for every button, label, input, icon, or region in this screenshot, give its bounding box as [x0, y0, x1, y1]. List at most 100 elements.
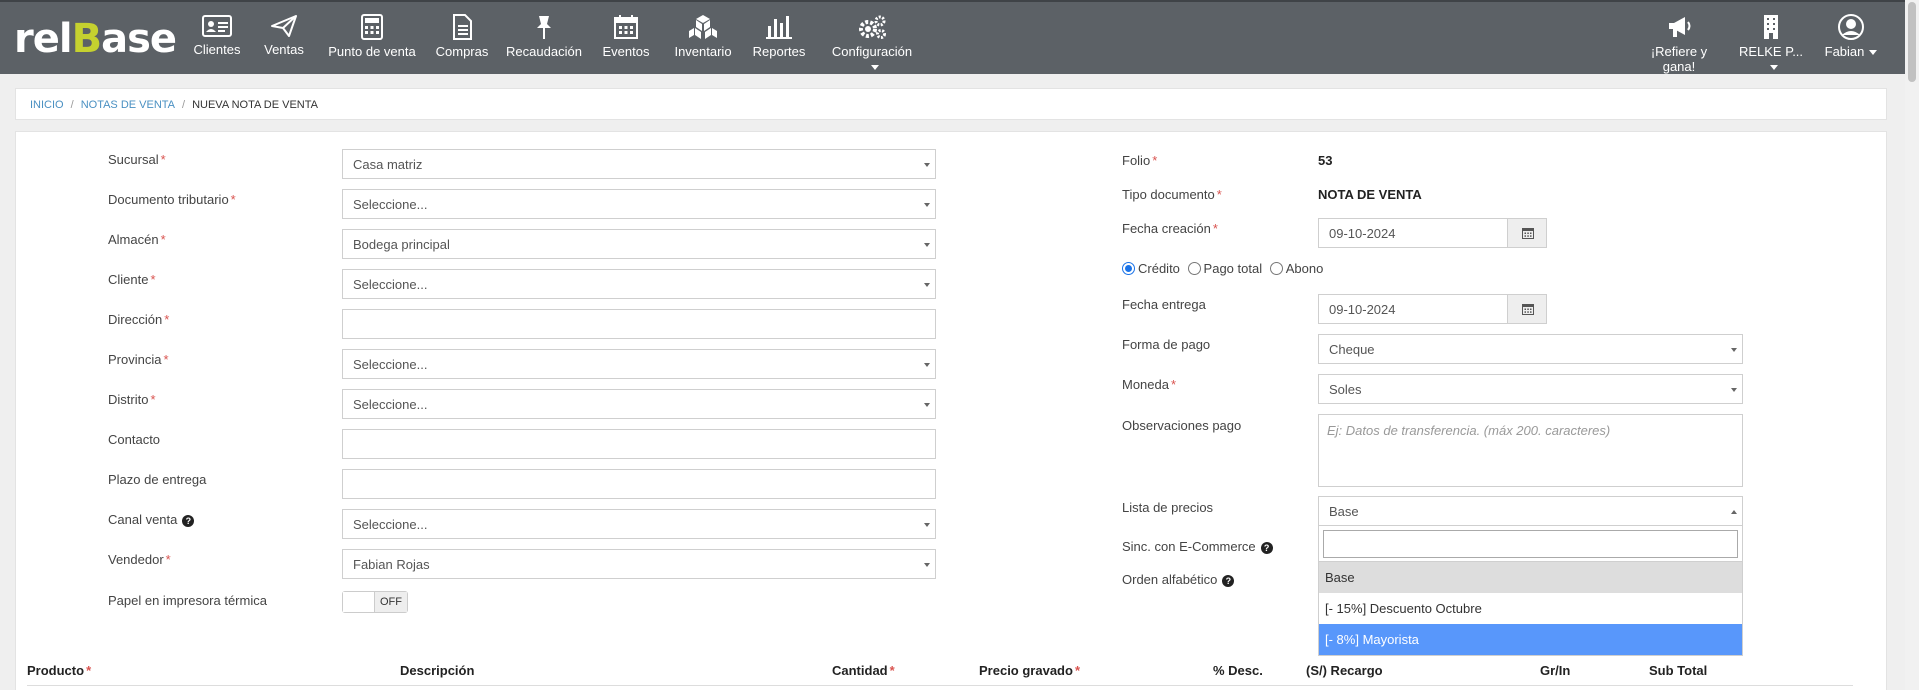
plazo-entrega-input[interactable] — [342, 469, 936, 499]
nav-clientes[interactable]: Clientes — [184, 14, 250, 64]
breadcrumb: INICIO / NOTAS DE VENTA / NUEVA NOTA DE VENT… — [15, 88, 1887, 120]
contacto-input[interactable] — [342, 429, 936, 459]
caret-down-icon — [924, 243, 930, 247]
bar-chart-icon — [766, 16, 792, 39]
radio-abono[interactable]: Abono — [1269, 261, 1323, 276]
top-navbar: relBase Clientes Ventas Punto de venta C… — [0, 0, 1919, 74]
payment-type-radio-group: Crédito Pago total Abono — [1122, 261, 1327, 276]
col-precio-gravado: Precio gravado * — [979, 663, 1080, 678]
fecha-entrega-calendar-button[interactable] — [1507, 294, 1547, 324]
option-base[interactable]: Base — [1319, 562, 1742, 593]
cliente-label: Cliente * — [108, 272, 156, 287]
question-circle-icon[interactable]: ? — [1260, 541, 1273, 554]
caret-up-icon — [1731, 510, 1737, 514]
tipo-documento-value: NOTA DE VENTA — [1318, 187, 1422, 202]
option-descuento-octubre[interactable]: [- 15%] Descuento Octubre — [1319, 593, 1742, 624]
dropdown-search-input[interactable] — [1323, 530, 1738, 558]
fecha-creacion-input[interactable]: 09-10-2024 — [1318, 218, 1508, 248]
papel-termica-label: Papel en impresora térmica — [108, 593, 267, 608]
caret-down-icon — [870, 65, 879, 71]
nav-eventos[interactable]: Eventos — [600, 14, 652, 64]
nav-punto-de-venta[interactable]: Punto de venta — [328, 14, 416, 64]
direccion-input[interactable] — [342, 309, 936, 339]
radio-credito[interactable]: Crédito — [1122, 261, 1180, 276]
provincia-select[interactable]: Seleccione... — [342, 349, 936, 379]
canal-venta-select[interactable]: Seleccione... — [342, 509, 936, 539]
caret-down-icon — [924, 283, 930, 287]
plazo-entrega-label: Plazo de entrega — [108, 472, 207, 487]
col-recargo: (S/) Recargo — [1306, 663, 1383, 678]
col-descuento: % Desc. — [1213, 663, 1263, 678]
vendedor-select[interactable]: Fabian Rojas — [342, 549, 936, 579]
user-avatar-icon — [1838, 14, 1864, 40]
fecha-entrega-label: Fecha entrega — [1122, 297, 1206, 312]
col-descripcion: Descripción — [400, 663, 475, 678]
nav-reportes[interactable]: Reportes — [752, 14, 806, 64]
nav-refiere-y-gana[interactable]: ¡Refiere y gana! — [1636, 14, 1722, 74]
caret-down-icon — [924, 163, 930, 167]
fecha-creacion-calendar-button[interactable] — [1507, 218, 1547, 248]
caret-down-icon — [1731, 388, 1737, 392]
folio-label: Folio * — [1122, 153, 1158, 168]
provincia-label: Provincia * — [108, 352, 169, 367]
page-scrollbar[interactable] — [1905, 0, 1919, 690]
almacen-select[interactable]: Bodega principal — [342, 229, 936, 259]
orden-alfabetico-label: Orden alfabético? — [1122, 572, 1235, 587]
almacen-label: Almacén * — [108, 232, 166, 247]
vendedor-label: Vendedor * — [108, 552, 171, 567]
moneda-select[interactable]: Soles — [1318, 374, 1743, 404]
nav-recaudacion[interactable]: Recaudación — [505, 14, 583, 64]
boxes-icon — [689, 15, 717, 39]
contact-card-icon — [202, 15, 232, 37]
sucursal-label: Sucursal * — [108, 152, 166, 167]
toggle-state: OFF — [375, 592, 407, 612]
col-gr-in: Gr/In — [1540, 663, 1571, 678]
distrito-select[interactable]: Seleccione... — [342, 389, 936, 419]
nav-user-menu[interactable]: Fabian — [1820, 14, 1882, 64]
forma-pago-select[interactable]: Cheque — [1318, 334, 1743, 364]
observaciones-pago-label: Observaciones pago — [1122, 418, 1242, 433]
question-circle-icon[interactable]: ? — [1222, 574, 1235, 587]
caret-down-icon — [1869, 50, 1878, 56]
observaciones-pago-textarea[interactable]: Ej: Datos de transferencia. (máx 200. ca… — [1318, 414, 1743, 487]
nav-compras[interactable]: Compras — [434, 14, 490, 64]
caret-down-icon — [1731, 348, 1737, 352]
fecha-creacion-label: Fecha creación * — [1122, 221, 1218, 236]
nav-configuracion[interactable]: Configuración — [826, 14, 918, 71]
documento-tributario-select[interactable]: Seleccione... — [342, 189, 936, 219]
sucursal-select[interactable]: Casa matriz — [342, 149, 936, 179]
option-mayorista[interactable]: [- 8%] Mayorista — [1319, 624, 1742, 655]
nav-inventario[interactable]: Inventario — [670, 14, 736, 64]
contacto-label: Contacto — [108, 432, 161, 447]
nav-ventas[interactable]: Ventas — [258, 14, 310, 64]
caret-down-icon — [924, 523, 930, 527]
toggle-knob — [343, 592, 375, 612]
fecha-entrega-input[interactable]: 09-10-2024 — [1318, 294, 1508, 324]
forma-pago-label: Forma de pago — [1122, 337, 1211, 352]
nav-empresa-menu[interactable]: RELKE P... — [1736, 14, 1806, 71]
gears-icon — [859, 15, 886, 39]
question-circle-icon[interactable]: ? — [182, 514, 195, 527]
radio-pago-total[interactable]: Pago total — [1187, 261, 1262, 276]
pushpin-icon — [537, 16, 551, 39]
caret-down-icon — [924, 203, 930, 207]
paper-plane-icon — [271, 15, 297, 37]
lista-precios-options: Base [- 15%] Descuento Octubre [- 8%] Ma… — [1318, 562, 1743, 656]
relbase-logo[interactable]: relBase — [14, 16, 177, 62]
lista-precios-select[interactable]: Base — [1318, 496, 1743, 526]
caret-down-icon — [924, 563, 930, 567]
scrollbar-thumb[interactable] — [1908, 2, 1916, 82]
papel-termica-toggle[interactable]: OFF — [342, 591, 408, 613]
caret-down-icon — [1769, 65, 1778, 71]
moneda-label: Moneda * — [1122, 377, 1177, 392]
building-icon — [1764, 15, 1778, 39]
table-header-divider — [27, 685, 1853, 686]
document-icon — [453, 14, 472, 40]
caret-down-icon — [924, 403, 930, 407]
sinc-ecommerce-label: Sinc. con E-Commerce? — [1122, 539, 1273, 554]
megaphone-icon — [1669, 17, 1691, 37]
cliente-select[interactable]: Seleccione... — [342, 269, 936, 299]
calculator-icon — [361, 14, 383, 40]
breadcrumb-notas-link[interactable]: NOTAS DE VENTA — [81, 99, 175, 111]
breadcrumb-inicio-link[interactable]: INICIO — [30, 99, 64, 111]
